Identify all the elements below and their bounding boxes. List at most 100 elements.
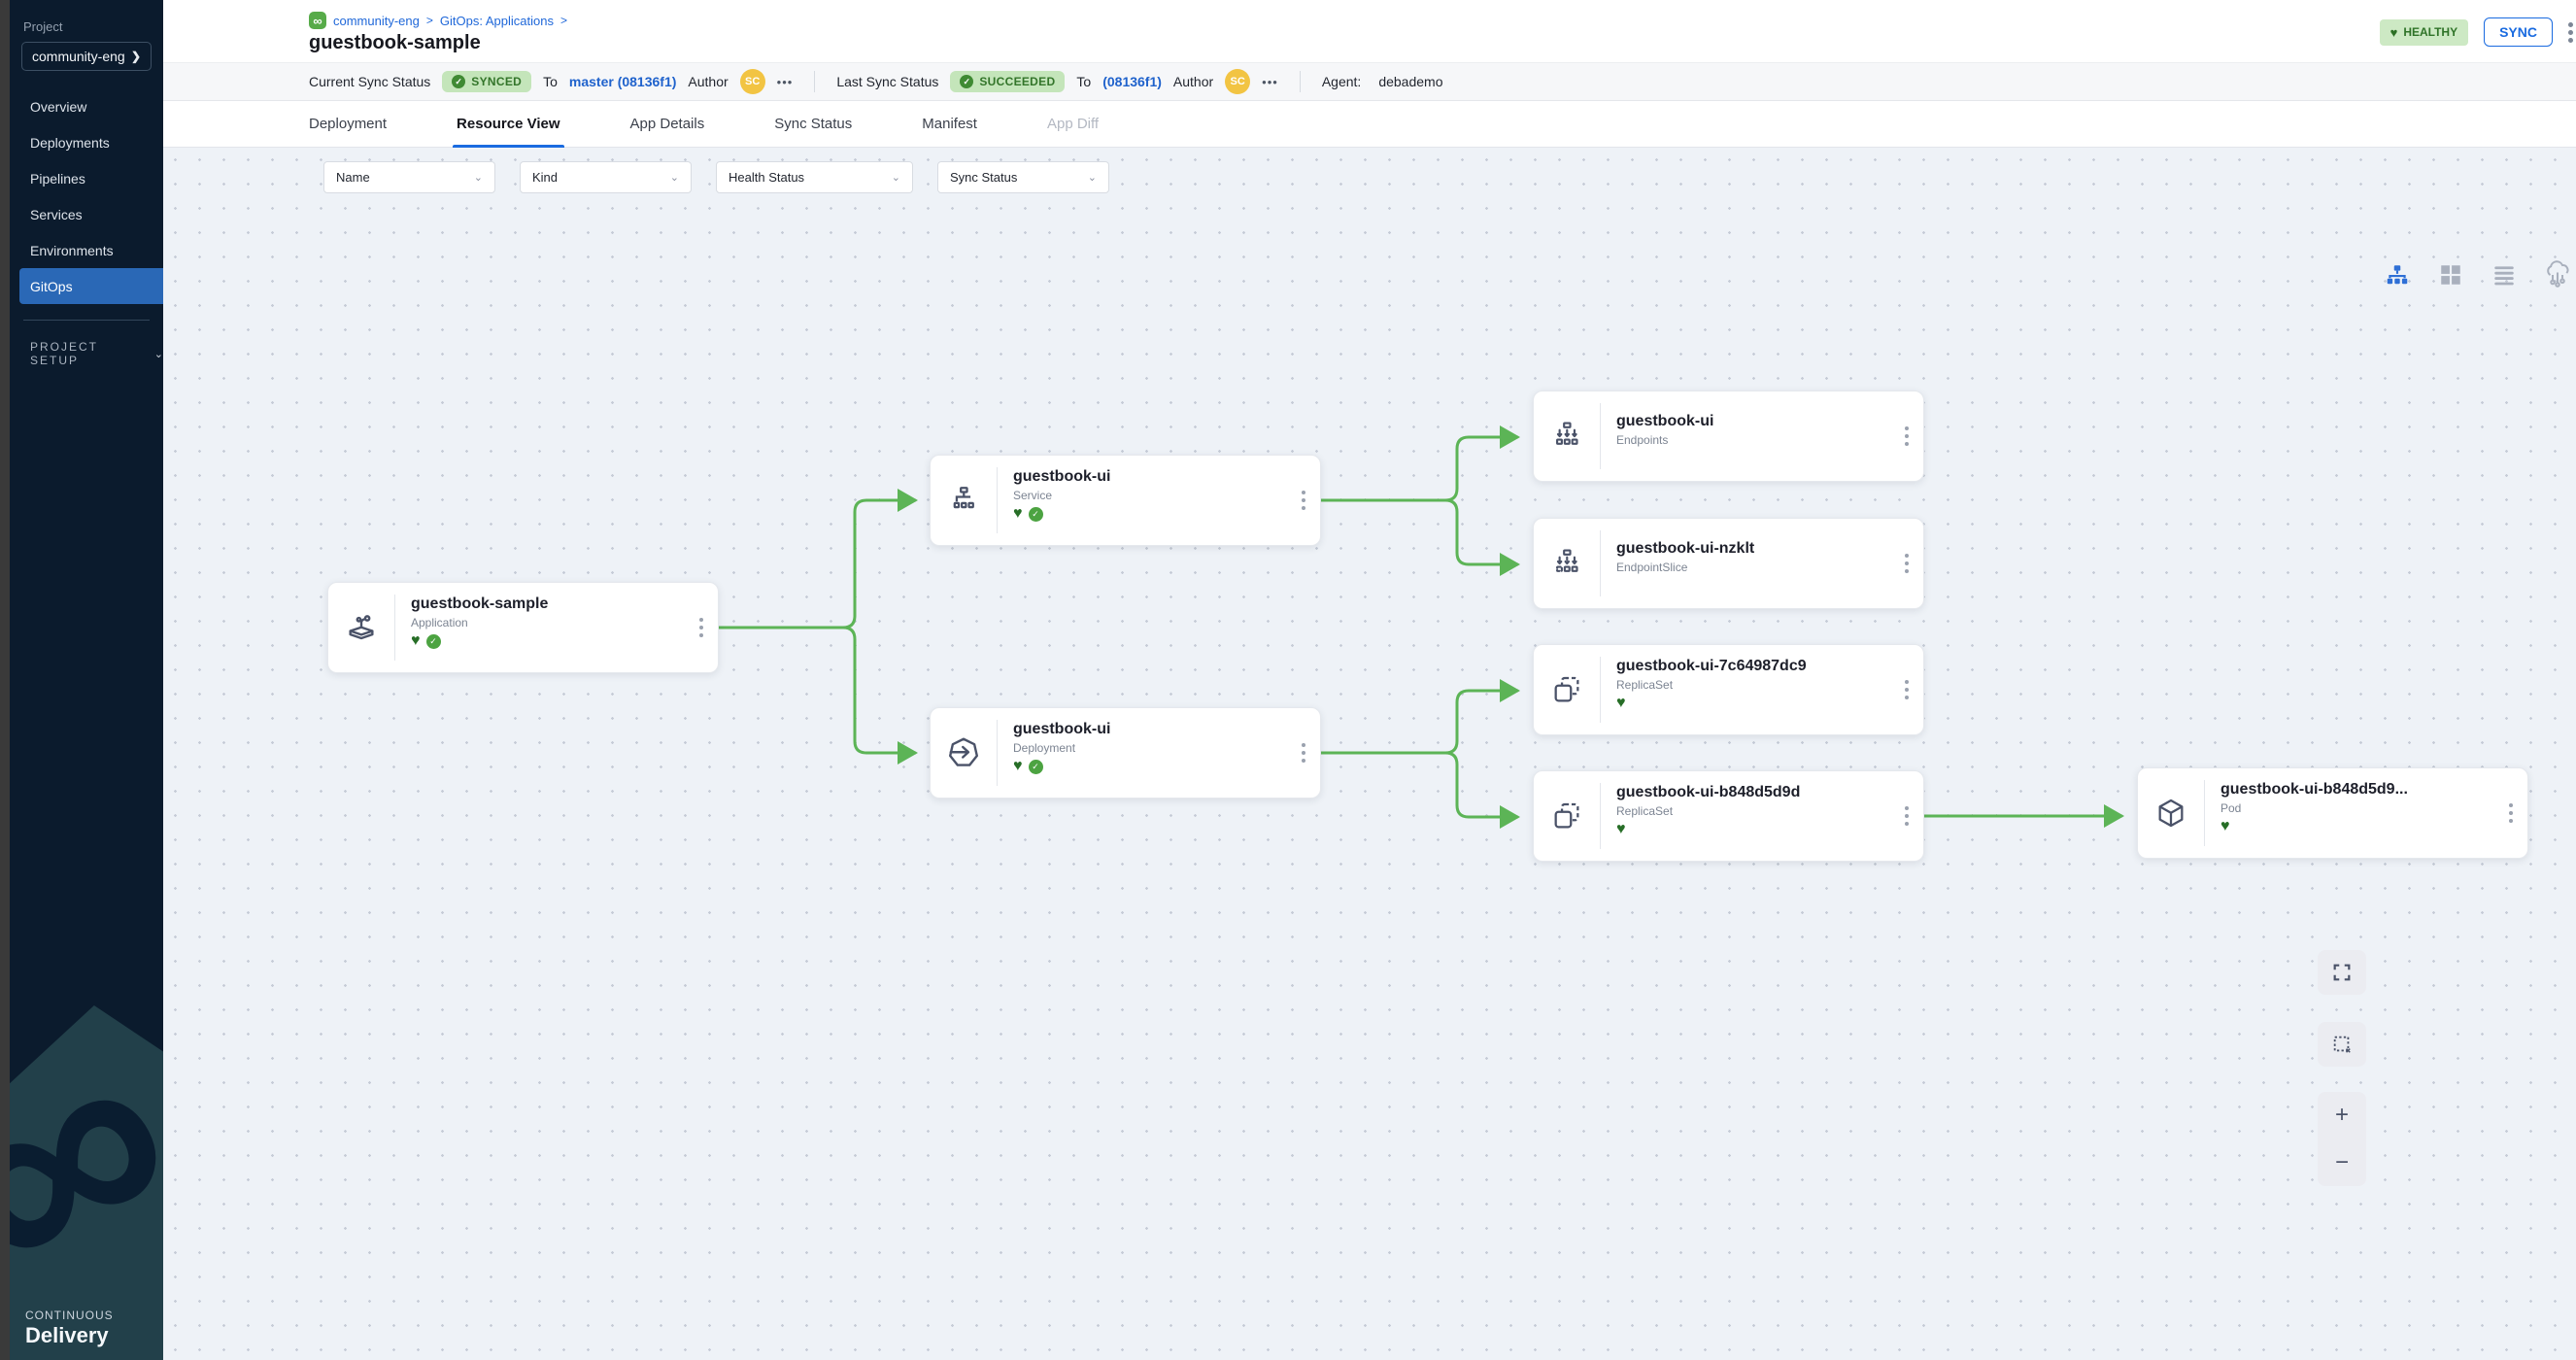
sync-button[interactable]: SYNC xyxy=(2484,17,2553,47)
zoom-control: + − xyxy=(2318,1092,2366,1186)
sync-status-bar: Current Sync Status ✓ SYNCED To master (… xyxy=(163,62,2576,101)
sidebar: Project community-eng ❯ Overview Deploym… xyxy=(10,0,163,1360)
synced-badge-label: SYNCED xyxy=(471,75,522,88)
sidebar-item-deployments[interactable]: Deployments xyxy=(10,124,163,160)
node-title: guestbook-ui xyxy=(1013,721,1287,738)
filter-sync-status-dropdown[interactable]: Sync Status ⌄ xyxy=(937,161,1109,193)
last-to-label: To xyxy=(1076,74,1091,89)
gitops-module-icon: ∞ xyxy=(309,12,326,29)
node-title: guestbook-ui-b848d5d9... xyxy=(2220,781,2494,799)
application-icon xyxy=(328,583,394,672)
succeeded-badge: ✓ SUCCEEDED xyxy=(950,71,1065,92)
filter-kind-dropdown[interactable]: Kind ⌄ xyxy=(520,161,692,193)
statusbar-divider xyxy=(814,71,815,92)
sidebar-item-services[interactable]: Services xyxy=(10,196,163,232)
grid-view-icon[interactable] xyxy=(2436,260,2465,289)
node-title: guestbook-ui-nzklt xyxy=(1616,540,1890,558)
fullscreen-button[interactable] xyxy=(2318,950,2366,995)
node-application-guestbook-sample[interactable]: guestbook-sample Application ♥ ✓ xyxy=(327,582,719,673)
last-revision-link[interactable]: (08136f1) xyxy=(1102,74,1162,89)
node-menu-kebab-icon[interactable] xyxy=(1287,456,1320,545)
sidebar-item-gitops[interactable]: GitOps xyxy=(19,268,163,304)
cloud-network-view-icon[interactable] xyxy=(2543,260,2572,289)
endpoints-icon xyxy=(1534,391,1600,481)
node-kind: Deployment xyxy=(1013,741,1287,755)
tab-deployment[interactable]: Deployment xyxy=(309,101,387,148)
current-to-label: To xyxy=(543,74,558,89)
zoom-out-button[interactable]: − xyxy=(2318,1139,2366,1187)
service-icon xyxy=(931,456,997,545)
breadcrumb-project-link[interactable]: community-eng xyxy=(333,14,420,28)
project-setup-toggle[interactable]: PROJECT SETUP ⌄ xyxy=(30,340,163,367)
heart-icon: ♥ xyxy=(2390,25,2398,40)
node-endpointslice-guestbook-ui-nzklt[interactable]: guestbook-ui-nzklt EndpointSlice xyxy=(1533,518,1924,609)
filter-health-status-dropdown[interactable]: Health Status ⌄ xyxy=(716,161,913,193)
tab-sync-status[interactable]: Sync Status xyxy=(774,101,852,148)
healthy-heart-icon: ♥ xyxy=(1616,822,1626,837)
node-title: guestbook-ui-b848d5d9d xyxy=(1616,784,1890,801)
tab-resource-view[interactable]: Resource View xyxy=(457,101,559,148)
module-brand: CONTINUOUS Delivery xyxy=(25,1309,114,1348)
node-kind: Application xyxy=(411,616,685,629)
last-author-label: Author xyxy=(1173,74,1213,89)
health-badge-label: HEALTHY xyxy=(2403,25,2457,39)
node-menu-kebab-icon[interactable] xyxy=(2494,768,2527,858)
endpointslice-icon xyxy=(1534,519,1600,608)
resource-tree-canvas[interactable]: Name ⌄ Kind ⌄ Health Status ⌄ Sync Statu… xyxy=(163,148,2576,1360)
tree-view-icon[interactable] xyxy=(2383,260,2412,289)
more-info-ellipsis[interactable]: ••• xyxy=(1262,75,1278,89)
node-menu-kebab-icon[interactable] xyxy=(1890,391,1923,481)
breadcrumb-applications-link[interactable]: GitOps: Applications xyxy=(440,14,554,28)
pod-icon xyxy=(2138,768,2204,858)
more-options-kebab-icon[interactable] xyxy=(2568,22,2573,43)
node-menu-kebab-icon[interactable] xyxy=(1890,771,1923,861)
tab-app-details[interactable]: App Details xyxy=(630,101,705,148)
resource-tree-edges xyxy=(163,148,2576,1360)
list-view-icon[interactable] xyxy=(2490,260,2519,289)
check-circle-icon: ✓ xyxy=(960,75,973,88)
node-service-guestbook-ui[interactable]: guestbook-ui Service ♥ ✓ xyxy=(930,455,1321,546)
deployment-icon xyxy=(931,708,997,798)
node-status: ♥ ✓ xyxy=(1013,506,1287,522)
node-menu-kebab-icon[interactable] xyxy=(685,583,718,672)
synced-check-icon: ✓ xyxy=(1029,760,1043,774)
healthy-heart-icon: ♥ xyxy=(2220,819,2230,834)
synced-badge: ✓ SYNCED xyxy=(442,71,531,92)
filter-name-dropdown[interactable]: Name ⌄ xyxy=(323,161,495,193)
more-info-ellipsis[interactable]: ••• xyxy=(777,75,794,89)
node-replicaset-guestbook-ui-7c64987dc9[interactable]: guestbook-ui-7c64987dc9 ReplicaSet ♥ xyxy=(1533,644,1924,735)
node-kind: EndpointSlice xyxy=(1616,561,1890,574)
node-kind: ReplicaSet xyxy=(1616,678,1890,692)
sidebar-item-pipelines[interactable]: Pipelines xyxy=(10,160,163,196)
zoom-in-button[interactable]: + xyxy=(2318,1092,2366,1139)
node-deployment-guestbook-ui[interactable]: guestbook-ui Deployment ♥ ✓ xyxy=(930,707,1321,799)
brand-continuous: CONTINUOUS xyxy=(25,1309,114,1322)
node-status: ♥ xyxy=(2220,819,2494,834)
project-selector[interactable]: community-eng ❯ xyxy=(21,42,152,71)
agent-value: debademo xyxy=(1378,74,1442,89)
node-menu-kebab-icon[interactable] xyxy=(1890,645,1923,734)
breadcrumb-separator: > xyxy=(560,14,567,27)
node-endpoints-guestbook-ui[interactable]: guestbook-ui Endpoints xyxy=(1533,391,1924,482)
current-revision-link[interactable]: master (08136f1) xyxy=(569,74,677,89)
node-replicaset-guestbook-ui-b848d5d9d[interactable]: guestbook-ui-b848d5d9d ReplicaSet ♥ xyxy=(1533,770,1924,862)
node-menu-kebab-icon[interactable] xyxy=(1287,708,1320,798)
sidebar-item-overview[interactable]: Overview xyxy=(10,88,163,124)
marquee-select-button[interactable] xyxy=(2318,1022,2366,1067)
breadcrumb-separator: > xyxy=(426,14,433,27)
node-kind: Endpoints xyxy=(1616,433,1890,447)
healthy-heart-icon: ♥ xyxy=(1616,696,1626,711)
chevron-down-icon: ⌄ xyxy=(154,348,163,360)
chevron-down-icon: ⌄ xyxy=(670,171,679,184)
synced-check-icon: ✓ xyxy=(426,634,441,649)
filter-sync-label: Sync Status xyxy=(950,170,1017,185)
tab-app-diff[interactable]: App Diff xyxy=(1047,101,1099,148)
tab-manifest[interactable]: Manifest xyxy=(922,101,977,148)
agent-group: Agent: debademo xyxy=(1322,74,1443,89)
sidebar-nav: Overview Deployments Pipelines Services … xyxy=(10,88,163,304)
node-menu-kebab-icon[interactable] xyxy=(1890,519,1923,608)
node-pod-guestbook-ui-b848d5d9[interactable]: guestbook-ui-b848d5d9... Pod ♥ xyxy=(2137,767,2528,859)
last-sync-label: Last Sync Status xyxy=(836,74,938,89)
health-status-badge: ♥ HEALTHY xyxy=(2380,19,2469,46)
sidebar-item-environments[interactable]: Environments xyxy=(10,232,163,268)
